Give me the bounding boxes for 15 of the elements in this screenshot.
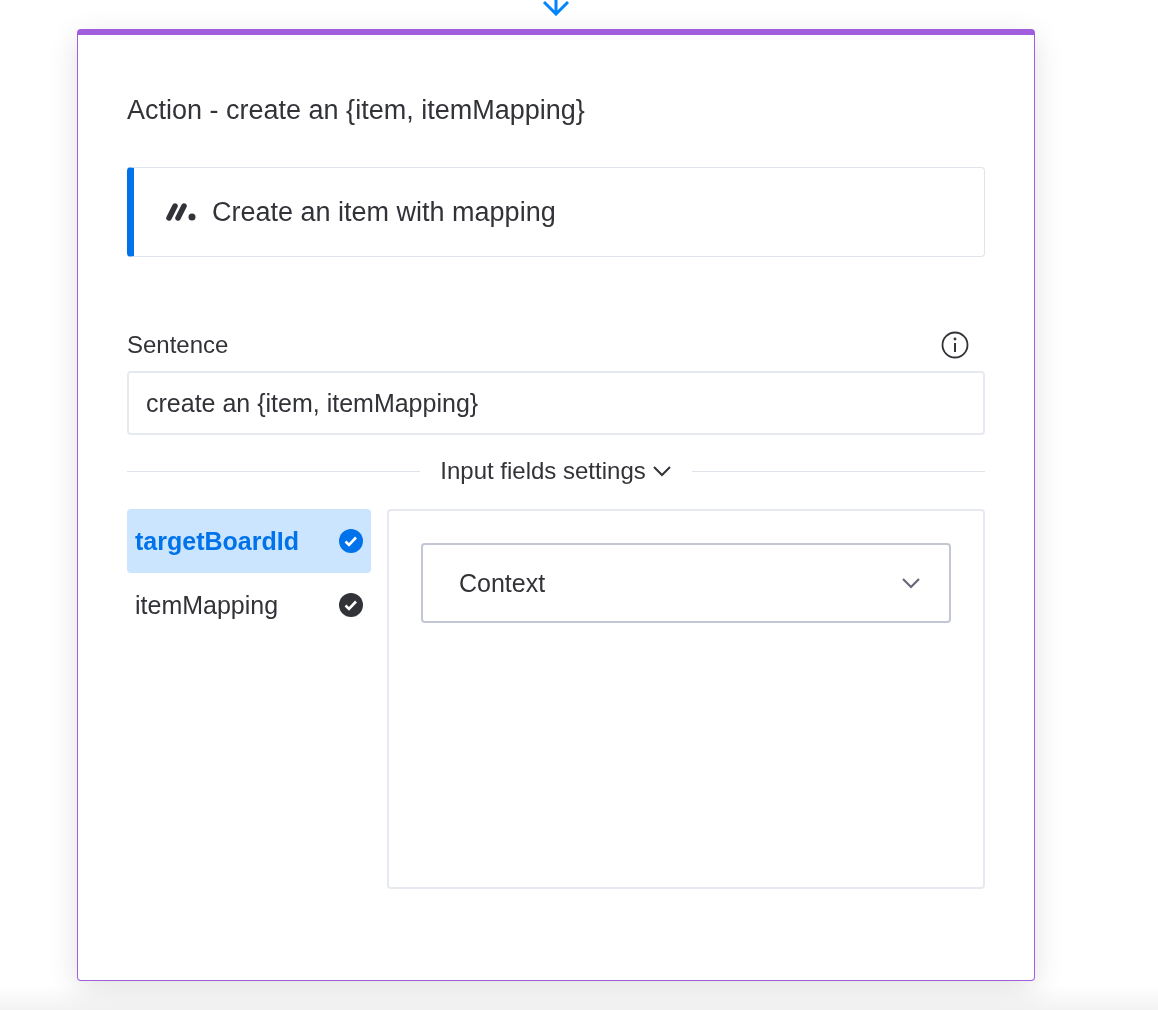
logo-icon bbox=[166, 203, 198, 221]
sentence-input[interactable]: create an {item, itemMapping} bbox=[127, 371, 985, 435]
field-list-item[interactable]: targetBoardId bbox=[127, 509, 371, 573]
settings-toggle[interactable]: Input fields settings bbox=[440, 457, 672, 485]
check-circle-icon bbox=[339, 593, 363, 617]
info-icon[interactable] bbox=[941, 331, 969, 359]
arrow-down-icon bbox=[540, 0, 572, 16]
source-dropdown[interactable]: Context bbox=[421, 543, 951, 623]
chevron-down-icon bbox=[901, 577, 921, 589]
field-label: Sentence bbox=[127, 331, 229, 359]
card-title: Action - create an {item, itemMapping} bbox=[127, 94, 586, 127]
chevron-icon bbox=[651, 465, 672, 477]
check-circle-icon bbox=[339, 529, 363, 553]
field-list-item[interactable]: itemMapping bbox=[127, 573, 371, 637]
block-label: Create an item with mapping bbox=[212, 196, 556, 228]
